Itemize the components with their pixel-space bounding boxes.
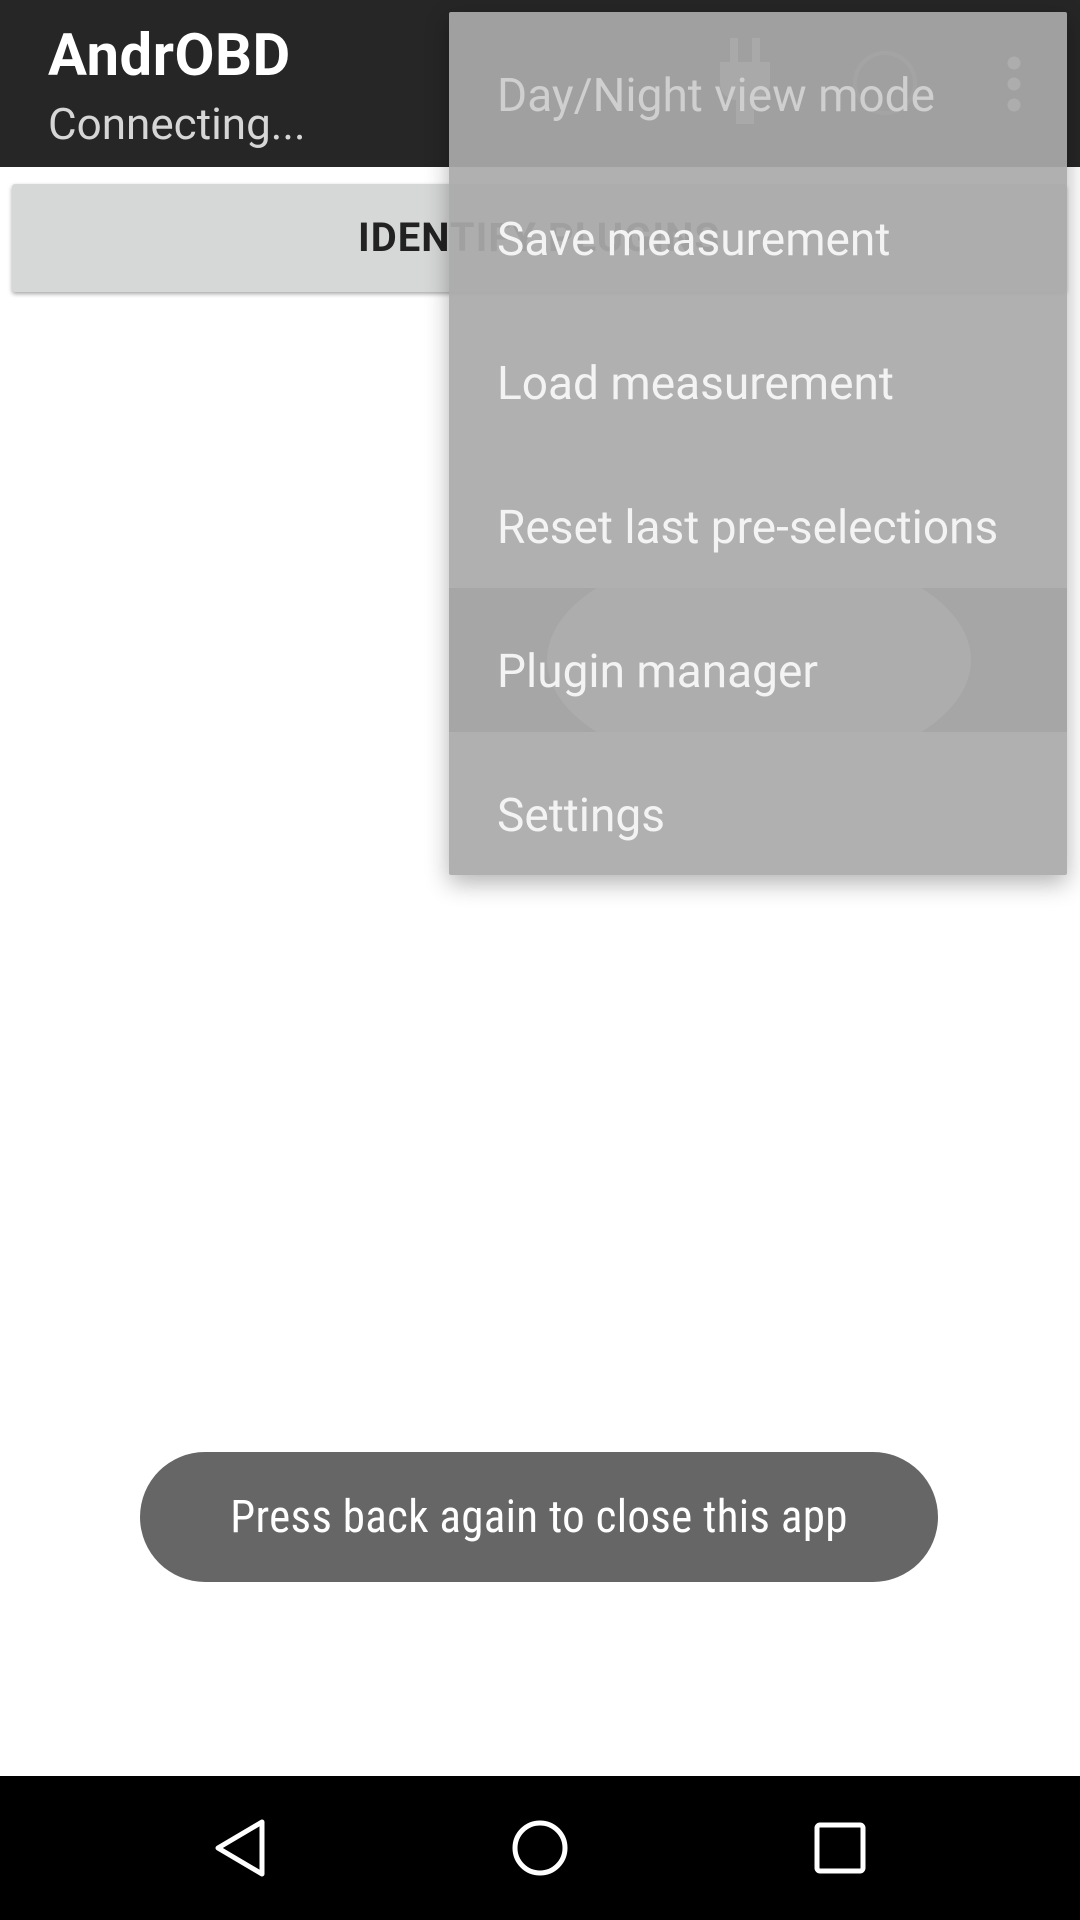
app-title: AndrOBD (48, 22, 291, 90)
menu-item-plugin-manager[interactable]: Plugin manager (449, 600, 1067, 744)
back-icon (215, 1819, 265, 1877)
menu-item-load-measurement[interactable]: Load measurement (449, 312, 1067, 456)
menu-item-save-measurement[interactable]: Save measurement (449, 168, 1067, 312)
navigation-bar (0, 1776, 1080, 1920)
overflow-menu: Day/Night view mode Save measurement Loa… (449, 12, 1067, 875)
toast-message: Press back again to close this app (140, 1452, 938, 1582)
home-icon (512, 1820, 568, 1876)
recents-icon (814, 1822, 866, 1874)
back-button[interactable] (160, 1776, 320, 1920)
recents-button[interactable] (760, 1776, 920, 1920)
menu-item-day-night-view-mode[interactable]: Day/Night view mode (449, 24, 1067, 168)
menu-item-settings[interactable]: Settings (449, 744, 1067, 888)
connection-status: Connecting... (48, 98, 306, 150)
menu-item-reset-pre-selections[interactable]: Reset last pre-selections (449, 456, 1067, 600)
home-button[interactable] (460, 1776, 620, 1920)
